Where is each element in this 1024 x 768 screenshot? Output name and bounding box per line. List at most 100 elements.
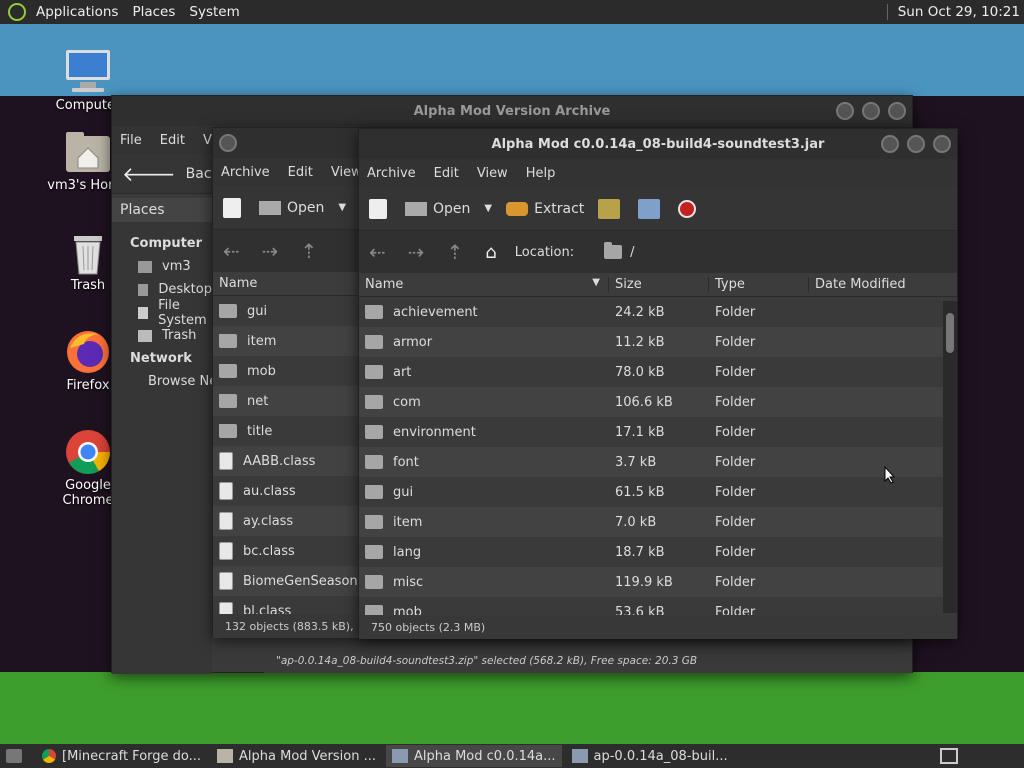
- cell-size: 3.7 kB: [615, 454, 657, 470]
- sidebar-item-browse-network[interactable]: Browse Network: [112, 370, 254, 393]
- folder-icon: [365, 424, 383, 439]
- add-folder-icon[interactable]: [638, 198, 661, 219]
- archive-icon: [571, 749, 588, 763]
- status-bar: "ap-0.0.14a_08-build4-soundtest3.zip" se…: [264, 649, 912, 673]
- column-header-type[interactable]: Type: [709, 277, 809, 292]
- column-header-date[interactable]: Date Modified: [809, 277, 943, 292]
- minimize-button[interactable]: [836, 102, 854, 120]
- location-label: Location:: [514, 244, 575, 260]
- maximize-button[interactable]: [907, 135, 925, 153]
- archive-window-front: Alpha Mod c0.0.14a_08-build4-soundtest3.…: [358, 128, 958, 639]
- cell-name: font: [359, 454, 609, 470]
- cell-name: title: [213, 423, 359, 439]
- table-row[interactable]: achievement 24.2 kB Folder: [359, 297, 957, 327]
- back-arrow-icon[interactable]: ⇠: [223, 239, 240, 263]
- panel-separator: [886, 4, 888, 20]
- window-menu-button[interactable]: [219, 134, 237, 152]
- maximize-button[interactable]: [862, 102, 880, 120]
- folder-icon: [219, 333, 237, 348]
- vertical-scrollbar[interactable]: [943, 301, 957, 613]
- menu-edit[interactable]: Edit: [288, 165, 313, 180]
- table-row[interactable]: lang 18.7 kB Folder: [359, 537, 957, 567]
- home-icon[interactable]: ⌂: [485, 242, 496, 263]
- show-desktop-icon[interactable]: [6, 749, 22, 763]
- open-button[interactable]: Open ▼: [405, 201, 492, 217]
- column-header-name[interactable]: Name ▼: [359, 277, 609, 292]
- taskbar-item[interactable]: Alpha Mod Version ...: [211, 745, 382, 767]
- folder-icon: [219, 303, 237, 318]
- trash-icon: [64, 228, 112, 276]
- table-row[interactable]: armor 11.2 kB Folder: [359, 327, 957, 357]
- folder-icon: [217, 749, 234, 763]
- forward-arrow-icon[interactable]: ⇢: [408, 240, 425, 264]
- table-row[interactable]: environment 17.1 kB Folder: [359, 417, 957, 447]
- sidebar-heading-network: Network: [130, 351, 192, 366]
- stop-icon[interactable]: [678, 199, 697, 218]
- table-row[interactable]: com 106.6 kB Folder: [359, 387, 957, 417]
- system-menu[interactable]: System: [189, 4, 239, 20]
- new-archive-icon[interactable]: [369, 198, 387, 219]
- taskbar-item[interactable]: ap-0.0.14a_08-buil...: [566, 745, 734, 767]
- chevron-down-icon: ▼: [338, 202, 347, 213]
- folder-icon: [365, 484, 383, 499]
- table-row[interactable]: misc 119.9 kB Folder: [359, 567, 957, 597]
- cell-name: AABB.class: [213, 452, 359, 470]
- cell-name: com: [359, 394, 609, 410]
- table-row[interactable]: font 3.7 kB Folder: [359, 447, 957, 477]
- close-button[interactable]: [888, 102, 906, 120]
- clock[interactable]: Sun Oct 29, 10:21: [898, 4, 1020, 20]
- folder-icon: [365, 514, 383, 529]
- location-path[interactable]: /: [630, 245, 634, 260]
- menu-help[interactable]: Help: [526, 166, 556, 181]
- menu-archive[interactable]: Archive: [367, 166, 416, 181]
- class-file-icon: [219, 512, 233, 530]
- archive-icon: [392, 749, 408, 763]
- up-arrow-icon[interactable]: ⇡: [301, 239, 318, 263]
- cell-type: Folder: [715, 574, 756, 590]
- table-row[interactable]: art 78.0 kB Folder: [359, 357, 957, 387]
- trash-icon: [138, 329, 152, 342]
- back-arrow-icon[interactable]: ⇠: [369, 240, 386, 264]
- cell-name: bc.class: [213, 542, 359, 560]
- applications-menu[interactable]: Applications: [36, 4, 118, 20]
- close-button[interactable]: [933, 135, 951, 153]
- menu-edit[interactable]: Edit: [434, 166, 459, 181]
- chevron-down-icon: ▼: [484, 203, 493, 214]
- cell-type: Folder: [715, 514, 756, 530]
- cell-type: Folder: [715, 424, 756, 440]
- table-row[interactable]: item 7.0 kB Folder: [359, 507, 957, 537]
- folder-icon: [365, 604, 383, 615]
- sidebar-item-vm3[interactable]: vm3: [112, 255, 212, 278]
- window-title: Alpha Mod Version Archive: [413, 103, 611, 119]
- class-file-icon: [219, 482, 233, 500]
- new-archive-icon[interactable]: [223, 197, 241, 218]
- distro-logo-icon[interactable]: [8, 3, 26, 21]
- open-button[interactable]: Open ▼: [259, 200, 346, 216]
- extract-button[interactable]: Extract: [506, 201, 584, 217]
- forward-arrow-icon[interactable]: ⇢: [262, 239, 279, 263]
- sidebar-item-filesystem[interactable]: File System: [112, 298, 212, 328]
- menu-view[interactable]: View: [477, 166, 508, 181]
- window-titlebar[interactable]: Alpha Mod Version Archive: [112, 96, 912, 126]
- minimize-button[interactable]: [881, 135, 899, 153]
- taskbar-item[interactable]: Alpha Mod c0.0.14a...: [386, 745, 562, 767]
- table-row[interactable]: gui 61.5 kB Folder: [359, 477, 957, 507]
- taskbar-item[interactable]: [Minecraft Forge do...: [36, 745, 207, 767]
- scrollbar-thumb[interactable]: [946, 313, 954, 353]
- folder-icon: [604, 242, 623, 259]
- cell-name: gui: [213, 303, 359, 319]
- menu-view[interactable]: V: [203, 133, 212, 148]
- up-arrow-icon[interactable]: ⇡: [447, 240, 464, 264]
- add-files-icon[interactable]: [598, 198, 621, 219]
- menu-edit[interactable]: Edit: [160, 133, 185, 148]
- workspace-switcher[interactable]: [940, 748, 958, 764]
- places-menu[interactable]: Places: [132, 4, 175, 20]
- home-icon: [138, 260, 152, 273]
- cell-size: 11.2 kB: [615, 334, 665, 350]
- menu-archive[interactable]: Archive: [221, 165, 270, 180]
- window-titlebar[interactable]: Alpha Mod c0.0.14a_08-build4-soundtest3.…: [359, 129, 957, 159]
- cell-name: BiomeGenSeasonal.class: [213, 572, 359, 590]
- table-row[interactable]: mob 53.6 kB Folder: [359, 597, 957, 615]
- menu-file[interactable]: File: [120, 133, 142, 148]
- column-header-size[interactable]: Size: [609, 277, 709, 292]
